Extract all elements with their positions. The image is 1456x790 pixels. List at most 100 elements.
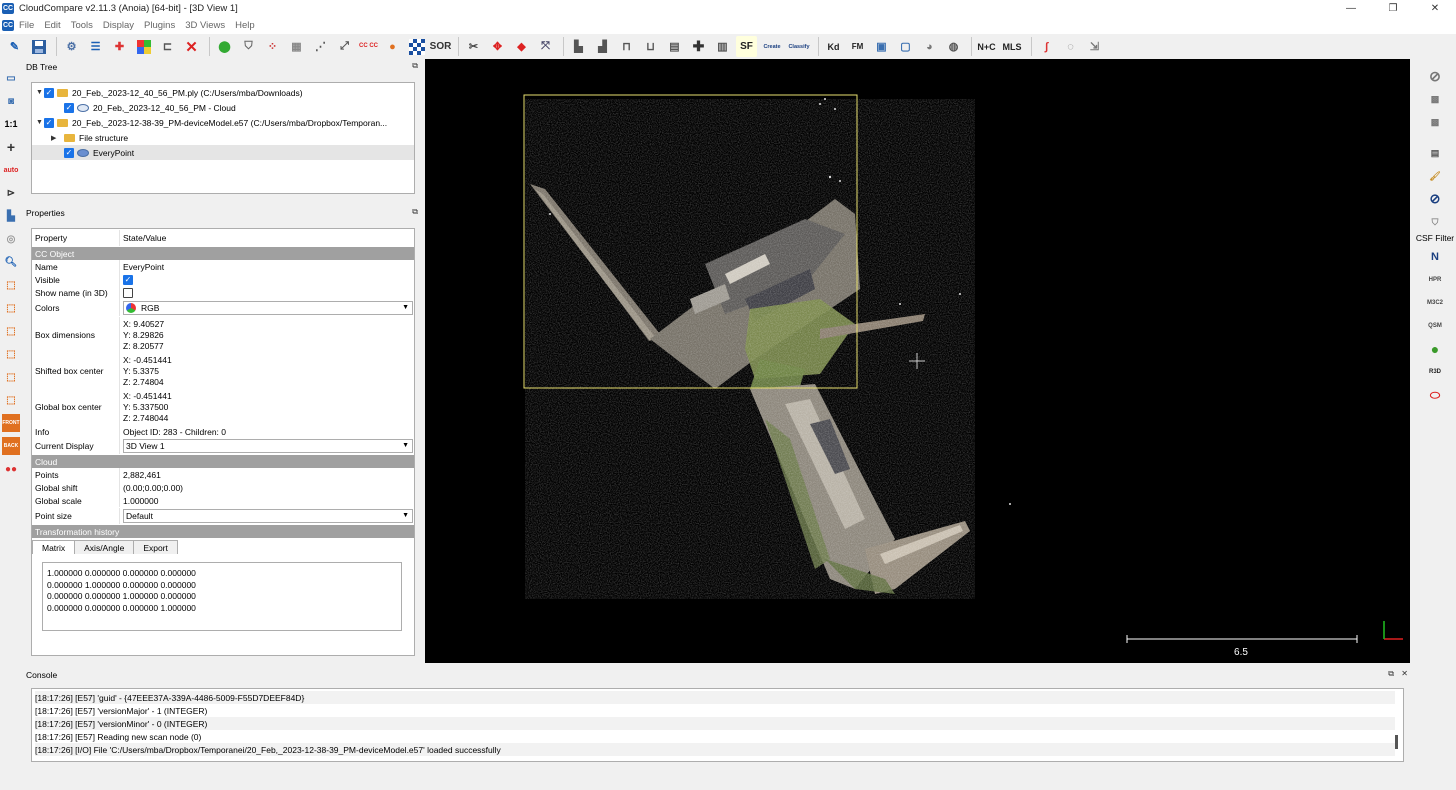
save-icon[interactable]	[28, 36, 49, 57]
cc-compare-icon[interactable]: CC CC	[358, 36, 379, 57]
delete-icon[interactable]: ✕	[181, 36, 202, 57]
menu-3d-views[interactable]: 3D Views	[180, 20, 230, 31]
north-arrow-icon[interactable]: N	[1426, 248, 1444, 266]
open-icon[interactable]: ✎	[4, 36, 25, 57]
sphere-icon[interactable]: ◕	[919, 36, 940, 57]
ellipse-icon[interactable]: ⬭	[1426, 386, 1444, 404]
calc-icon[interactable]: ▥	[712, 36, 733, 57]
curve-icon[interactable]: ∫	[1036, 36, 1057, 57]
checkbox-icon[interactable]: ✓	[64, 102, 74, 113]
subsample-icon[interactable]: ⊏	[157, 36, 178, 57]
segment-icon[interactable]: ⬤	[214, 36, 235, 57]
merge-colors-icon[interactable]	[133, 36, 154, 57]
fruit-icon[interactable]: ●	[382, 36, 403, 57]
translate-icon[interactable]: ✥	[487, 36, 508, 57]
r3d-icon[interactable]: R3D	[1426, 363, 1444, 381]
canupo-classify-icon[interactable]: Classify	[787, 36, 811, 57]
close-icon[interactable]: ✕	[1401, 669, 1408, 678]
plugin-icon[interactable]: ▩	[1426, 90, 1444, 108]
cube-left-icon[interactable]: ⬚	[2, 322, 20, 340]
normals-icon[interactable]: ⤧	[535, 36, 556, 57]
scale-icon[interactable]: ⤢	[334, 36, 355, 57]
sf-grid-icon[interactable]: ▤	[664, 36, 685, 57]
monitor-icon[interactable]: ▭	[2, 69, 20, 87]
list-icon[interactable]: ☰	[85, 36, 106, 57]
zoom-icon[interactable]: 🔍︎	[2, 253, 20, 271]
view-icon[interactable]: ▙	[2, 207, 20, 225]
globe-icon[interactable]: ◍	[943, 36, 964, 57]
menu-plugins[interactable]: Plugins	[139, 20, 180, 31]
cut-icon[interactable]: ✂	[463, 36, 484, 57]
chart-icon[interactable]: ▟	[592, 36, 613, 57]
tree-item[interactable]: ✓ 20_Feb,_2023-12_40_56_PM - Cloud	[32, 100, 414, 115]
visible-checkbox[interactable]: ✓	[123, 274, 133, 285]
nc-icon[interactable]: N+C	[976, 36, 997, 57]
show-name-checkbox[interactable]: ✓	[123, 287, 133, 298]
photo-icon[interactable]: ▣	[871, 36, 892, 57]
menu-edit[interactable]: Edit	[39, 20, 65, 31]
checkbox-icon[interactable]: ✓	[64, 147, 74, 158]
shield-icon[interactable]: ⛉	[238, 36, 259, 57]
target-icon[interactable]: ◎	[2, 230, 20, 248]
no-entry-icon[interactable]: ⊘	[1426, 67, 1444, 85]
expand-arrow-icon[interactable]: ▼	[36, 89, 44, 96]
tree-item[interactable]: ▼ ✓ 20_Feb,_2023-12_40_56_PM.ply (C:/Use…	[32, 85, 414, 100]
arrows-icon[interactable]: ⇲	[1084, 36, 1105, 57]
point-cloud-render[interactable]: 6.5	[425, 59, 1410, 663]
3d-view[interactable]: 6.5	[425, 59, 1410, 663]
green-sphere-icon[interactable]: ●	[1426, 340, 1444, 358]
tab-matrix[interactable]: Matrix	[32, 540, 76, 554]
tab-axis-angle[interactable]: Axis/Angle	[74, 540, 135, 554]
cube-front-icon[interactable]: ⬚	[2, 299, 20, 317]
hpr-icon[interactable]: HPR	[1426, 271, 1444, 289]
float-icon[interactable]: ⧉	[412, 207, 418, 217]
scatter-icon[interactable]: ⋰	[310, 36, 331, 57]
colors-select[interactable]: RGB ▼	[123, 300, 413, 315]
plane-icon[interactable]: ◆	[511, 36, 532, 57]
tree-item[interactable]: ▶ File structure	[32, 130, 414, 145]
close-window-button[interactable]: ✕	[1414, 0, 1456, 17]
fm-icon[interactable]: FM	[847, 36, 868, 57]
tree-item-selected[interactable]: ✓ EveryPoint	[32, 145, 414, 160]
float-icon[interactable]: ⧉	[1388, 669, 1394, 679]
checker-icon[interactable]	[406, 36, 427, 57]
sf-max-icon[interactable]: ⊔	[640, 36, 661, 57]
menu-help[interactable]: Help	[230, 20, 260, 31]
sf-min-icon[interactable]: ⊓	[616, 36, 637, 57]
qsm-icon[interactable]: QSM	[1426, 317, 1444, 335]
back-view-button[interactable]: BACK	[2, 437, 20, 455]
screen-icon[interactable]: ▢	[895, 36, 916, 57]
gear-icon[interactable]: ⚙	[61, 36, 82, 57]
menu-tools[interactable]: Tools	[66, 20, 98, 31]
menu-file[interactable]: File	[14, 20, 39, 31]
canupo-create-icon[interactable]: Create	[760, 36, 784, 57]
console-scrollbar[interactable]	[1395, 735, 1398, 749]
checkbox-icon[interactable]: ✓	[44, 117, 54, 128]
cube-bottom-icon[interactable]: ⬚	[2, 368, 20, 386]
name-value[interactable]: EveryPoint	[120, 260, 414, 273]
axis-icon[interactable]: ⊳	[2, 184, 20, 202]
current-display-select[interactable]: 3D View 1 ▼	[123, 439, 413, 453]
add-sf-icon[interactable]: ✚	[688, 36, 709, 57]
tab-export[interactable]: Export	[133, 540, 178, 554]
tree-item[interactable]: ▼ ✓ 20_Feb,_2023-12-38-39_PM-deviceModel…	[32, 115, 414, 130]
kd-tree-icon[interactable]: Kd	[823, 36, 844, 57]
minimize-button[interactable]: —	[1330, 0, 1372, 17]
checkbox-icon[interactable]: ✓	[44, 87, 54, 98]
crosshair-icon[interactable]: +	[2, 138, 20, 156]
clone-icon[interactable]: ✚	[109, 36, 130, 57]
float-icon[interactable]: ⧉	[412, 61, 418, 71]
cube-right-icon[interactable]: ⬚	[2, 345, 20, 363]
histogram-icon[interactable]: ▙	[568, 36, 589, 57]
points-icon[interactable]: ⁘	[262, 36, 283, 57]
auto-pivot-button[interactable]: auto	[2, 161, 20, 179]
mls-icon[interactable]: MLS	[1000, 36, 1024, 57]
cube-top-icon[interactable]: ⬚	[2, 276, 20, 294]
zoom-one-to-one-button[interactable]: 1:1	[2, 115, 20, 133]
m3c2-icon[interactable]: M3C2	[1426, 294, 1444, 312]
brush-icon[interactable]: 🖌︎	[1426, 167, 1444, 185]
cube-iso-icon[interactable]: ⬚	[2, 391, 20, 409]
scalar-field-icon[interactable]: SF	[736, 36, 757, 57]
shield-icon[interactable]: ⛉	[1426, 213, 1444, 231]
grid-icon[interactable]: ▦	[286, 36, 307, 57]
